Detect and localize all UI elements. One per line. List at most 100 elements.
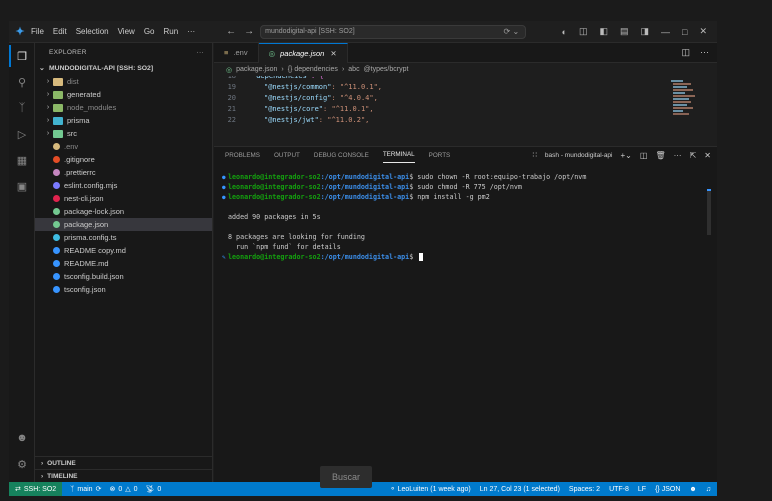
encoding[interactable]: UTF-8 (609, 486, 629, 493)
tree-file[interactable]: .gitignore (35, 153, 212, 166)
tree-item-label: src (67, 129, 77, 138)
terminal-cursor (419, 253, 424, 261)
command-center[interactable]: mundodigital-api [SSH: SO2] ⟳ ⌄ (260, 24, 527, 39)
tab-debug-console[interactable]: DEBUG CONSOLE (314, 147, 369, 163)
breadcrumb-key[interactable]: @types/bcrypt (364, 66, 409, 73)
menu-item[interactable]: Go (144, 27, 155, 36)
source-control-icon[interactable]: ᛉ (14, 100, 30, 116)
more-actions-icon[interactable]: ··· (700, 47, 709, 58)
tree-file[interactable]: README copy.md (35, 244, 212, 257)
kill-terminal-icon[interactable]: 🗑︎ (655, 151, 665, 160)
more-actions-icon[interactable]: ··· (197, 49, 204, 56)
tree-file[interactable]: package-lock.json (35, 205, 212, 218)
more-actions-icon[interactable]: ··· (674, 151, 682, 160)
indentation[interactable]: Spaces: 2 (569, 486, 600, 493)
tree-item-label: .gitignore (64, 155, 95, 164)
back-arrow-icon[interactable]: ← (226, 26, 236, 37)
close-panel-icon[interactable]: ✕ (704, 151, 711, 160)
terminal-scrollbar[interactable] (707, 189, 711, 235)
copilot-icon[interactable]: ⟳ ⌄ (504, 27, 520, 36)
accounts-icon[interactable]: ☻ (14, 430, 30, 446)
line-number: 22 (227, 115, 236, 124)
cursor-position[interactable]: Ln 27, Col 23 (1 selected) (480, 486, 560, 493)
manage-gear-icon[interactable]: ⚙ (14, 456, 30, 472)
accounts-ring-icon[interactable]: ◐ (562, 27, 567, 37)
notifications-bell-icon[interactable]: ♫ (706, 486, 711, 493)
tab-output[interactable]: OUTPUT (274, 147, 300, 163)
terminal-shell-label[interactable]: bash - mundodigital-api (545, 152, 613, 159)
tree-file[interactable]: package.json (35, 218, 212, 231)
forward-arrow-icon[interactable]: → (244, 26, 254, 37)
sync-icon[interactable]: ⟳ (96, 485, 102, 493)
tab-problems[interactable]: PROBLEMS (225, 147, 260, 163)
split-editor-icon[interactable]: ◫ (681, 47, 690, 58)
git-blame[interactable]: ⚬ LeoLuiten (1 week ago) (390, 485, 471, 493)
extensions-icon[interactable]: ▦ (14, 152, 30, 168)
menu-item[interactable]: ··· (187, 27, 195, 36)
prompt-path: :/opt/mundodigital-api (320, 183, 410, 191)
menu-item[interactable]: Selection (76, 27, 109, 36)
menu-item[interactable]: Edit (53, 27, 67, 36)
toggle-secondary-sidebar-icon[interactable]: ◨ (641, 26, 650, 37)
copilot-icon[interactable]: ☻ (689, 486, 696, 493)
breadcrumb-file[interactable]: package.json (236, 66, 277, 73)
tree-file[interactable]: nest-cli.json (35, 192, 212, 205)
warning-count: 0 (133, 485, 138, 493)
tab-env[interactable]: ≡ .env (214, 42, 259, 63)
layout-icon[interactable]: ◫ (579, 26, 588, 37)
line-ending[interactable]: LF (638, 486, 646, 493)
tree-file[interactable]: tsconfig.build.json (35, 270, 212, 283)
tree-file[interactable]: README.md (35, 257, 212, 270)
tree-file[interactable]: .env (35, 140, 212, 153)
toggle-sidebar-icon[interactable]: ◧ (599, 26, 608, 37)
tree-file[interactable]: .prettierrc (35, 166, 212, 179)
title-bar: ✦ File Edit Selection View Go Run ··· ← → mund… (9, 21, 717, 43)
json-key: "@nestjs/config" (264, 93, 332, 102)
tree-folder[interactable]: › prisma (35, 114, 212, 127)
remote-indicator[interactable]: ⇄ SSH: SO2 (9, 482, 63, 496)
close-tab-icon[interactable]: ✕ (330, 49, 336, 58)
tab-ports[interactable]: PORTS (429, 147, 451, 163)
tree-file[interactable]: tsconfig.json (35, 283, 212, 296)
breadcrumb-object[interactable]: {} dependencies (288, 66, 338, 73)
explorer-icon[interactable]: ❐ (14, 48, 30, 64)
branch-indicator[interactable]: ᛉ main ⟳ (70, 485, 102, 494)
tree-file[interactable]: prisma.config.ts (35, 231, 212, 244)
panel-tabs: PROBLEMS OUTPUT DEBUG CONSOLE TERMINAL PORTS… (214, 147, 717, 163)
minimap[interactable] (669, 78, 709, 118)
menu-item[interactable]: Run (163, 27, 178, 36)
problems-indicator[interactable]: ⊗ 0 △ 0 (109, 485, 138, 494)
prompt-symbol: $ (409, 183, 418, 191)
menu-item[interactable]: View (118, 27, 135, 36)
tree-folder[interactable]: › src (35, 127, 212, 140)
code-line: 19 "@nestjs/common": "^11.0.1", (214, 81, 717, 92)
tree-file[interactable]: eslint.config.mjs (35, 179, 212, 192)
timeline-section[interactable]: › TIMELINE (35, 469, 213, 482)
code-view[interactable]: 18"dependencies": {19"@nestjs/common": "… (214, 76, 717, 126)
language-mode[interactable]: {} JSON (655, 486, 680, 493)
outline-section[interactable]: › OUTLINE (35, 456, 213, 469)
minimize-icon[interactable]: — (661, 27, 670, 37)
file-icon (53, 286, 60, 293)
close-window-icon[interactable]: ✕ (699, 26, 707, 37)
maximize-icon[interactable]: □ (682, 27, 687, 37)
new-terminal-icon[interactable]: +⌄ (621, 151, 632, 160)
maximize-panel-icon[interactable]: ⇱ (690, 151, 697, 160)
tab-package-json[interactable]: ◎ package.json ✕ (258, 42, 348, 63)
terminal-line: 8 packages are looking for funding (222, 232, 717, 242)
tree-folder[interactable]: › generated (35, 88, 212, 101)
search-icon[interactable]: ⚲ (14, 74, 30, 90)
file-icon (53, 143, 60, 150)
tree-folder[interactable]: › dist (35, 75, 212, 88)
tree-folder[interactable]: › node_modules (35, 101, 212, 114)
terminal-line: ● leonardo@integrador-so2:/opt/mundodigit… (222, 182, 717, 192)
toggle-panel-icon[interactable]: ▤ (620, 26, 629, 37)
split-terminal-icon[interactable]: ◫ (640, 151, 648, 160)
remote-explorer-icon[interactable]: ▣ (14, 178, 30, 194)
terminal-output[interactable]: ● leonardo@integrador-so2:/opt/mundodigit… (214, 163, 717, 262)
project-root[interactable]: ⌄ MUNDODIGITAL-API [SSH: SO2] (35, 61, 212, 75)
tab-terminal[interactable]: TERMINAL (382, 147, 415, 163)
run-debug-icon[interactable]: ▷ (14, 126, 30, 142)
menu-item[interactable]: File (31, 27, 44, 36)
ports-indicator[interactable]: 📡︎ 0 (146, 485, 162, 494)
